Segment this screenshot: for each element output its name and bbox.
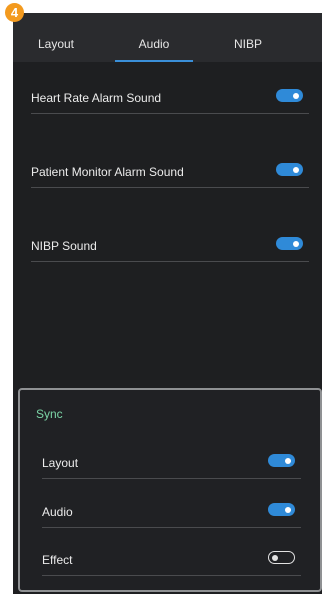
patient-monitor-alarm-sound-toggle[interactable] [276, 163, 303, 176]
sync-row-layout: Layout [42, 448, 301, 479]
tab-layout-label: Layout [37, 37, 75, 51]
sync-section-title: Sync [36, 407, 63, 421]
tab-nibp-label: NIBP [233, 37, 262, 51]
tab-audio-label: Audio [138, 37, 170, 51]
toggle-knob [272, 554, 278, 561]
setting-row-nibp-sound: NIBP Sound [31, 231, 309, 262]
setting-row-heart-rate-alarm-sound: Heart Rate Alarm Sound [31, 83, 309, 114]
tab-bar: Layout Audio NIBP [13, 13, 322, 62]
nibp-sound-toggle[interactable] [276, 237, 303, 250]
tab-nibp[interactable]: NIBP [209, 13, 287, 62]
toggle-knob [293, 240, 299, 247]
step-number-badge: 4 [5, 3, 24, 22]
sync-effect-toggle[interactable] [268, 551, 295, 564]
sync-item-label: Audio [42, 505, 73, 519]
setting-row-patient-monitor-alarm-sound: Patient Monitor Alarm Sound [31, 157, 309, 188]
toggle-knob [293, 166, 299, 173]
setting-label: NIBP Sound [31, 239, 97, 253]
toggle-knob [285, 457, 291, 464]
sync-audio-toggle[interactable] [268, 503, 295, 516]
sync-item-label: Effect [42, 553, 73, 567]
toggle-knob [285, 506, 291, 513]
sync-layout-toggle[interactable] [268, 454, 295, 467]
sync-item-label: Layout [42, 456, 79, 470]
toggle-knob [293, 92, 299, 99]
heart-rate-alarm-sound-toggle[interactable] [276, 89, 303, 102]
sync-section: Sync Layout Audio Effect [18, 388, 322, 592]
tab-audio[interactable]: Audio [91, 13, 217, 62]
sync-row-effect: Effect [42, 545, 301, 576]
tab-layout[interactable]: Layout [13, 13, 99, 62]
audio-settings-panel: Layout Audio NIBP Heart Rate Alarm Sound… [13, 13, 322, 594]
sync-row-audio: Audio [42, 497, 301, 528]
setting-label: Heart Rate Alarm Sound [31, 91, 162, 105]
setting-label: Patient Monitor Alarm Sound [31, 165, 184, 179]
